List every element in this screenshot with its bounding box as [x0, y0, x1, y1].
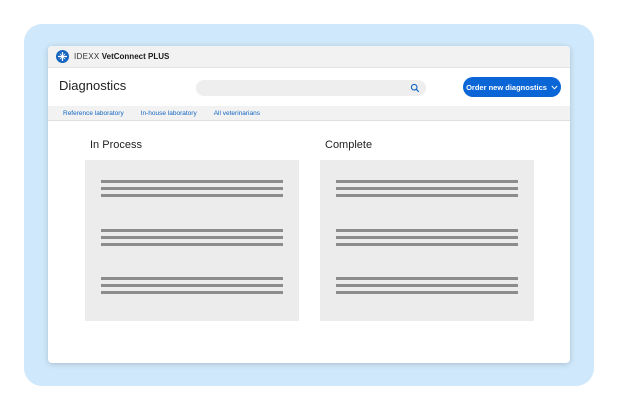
brand-name: IDEXX VetConnect PLUS: [74, 52, 169, 61]
section-title-complete: Complete: [325, 139, 373, 151]
placeholder-line: [101, 229, 283, 232]
placeholder-line: [101, 291, 283, 294]
placeholder-line: [336, 187, 518, 190]
placeholder-line: [336, 284, 518, 287]
section-title-in-process: In Process: [90, 139, 142, 151]
search-icon[interactable]: [410, 83, 420, 93]
page-title: Diagnostics: [59, 78, 127, 93]
placeholder-line: [101, 277, 283, 280]
app-window: IDEXX VetConnect PLUS Diagnostics Order …: [48, 46, 570, 363]
idexx-logo-icon: [56, 50, 69, 63]
placeholder-line: [336, 277, 518, 280]
placeholder-line: [101, 243, 283, 246]
brand-product: VetConnect PLUS: [101, 52, 170, 61]
tab-all-veterinarians[interactable]: All veterinarians: [214, 110, 260, 117]
tab-reference-laboratory[interactable]: Reference laboratory: [63, 110, 124, 117]
placeholder-line: [336, 236, 518, 239]
placeholder-line: [101, 194, 283, 197]
placeholder-line: [336, 194, 518, 197]
placeholder-line: [336, 243, 518, 246]
placeholder-line: [101, 284, 283, 287]
tab-in-house-laboratory[interactable]: In-house laboratory: [141, 110, 197, 117]
chevron-down-icon: [551, 85, 558, 90]
placeholder-line: [101, 236, 283, 239]
placeholder-line: [336, 229, 518, 232]
search-input[interactable]: [196, 80, 426, 96]
placeholder-line: [336, 180, 518, 183]
order-new-diagnostics-button[interactable]: Order new diagnostics: [463, 77, 561, 97]
placeholder-line: [101, 187, 283, 190]
complete-panel: [320, 160, 534, 321]
placeholder-line: [101, 180, 283, 183]
order-button-label: Order new diagnostics: [466, 82, 547, 92]
brand-prefix: IDEXX: [74, 52, 100, 61]
top-bar: IDEXX VetConnect PLUS: [48, 46, 570, 68]
filter-tabs: Reference laboratory In-house laboratory…: [48, 106, 570, 121]
in-process-panel: [85, 160, 299, 321]
page-header: Diagnostics Order new diagnostics: [48, 68, 570, 106]
placeholder-line: [336, 291, 518, 294]
